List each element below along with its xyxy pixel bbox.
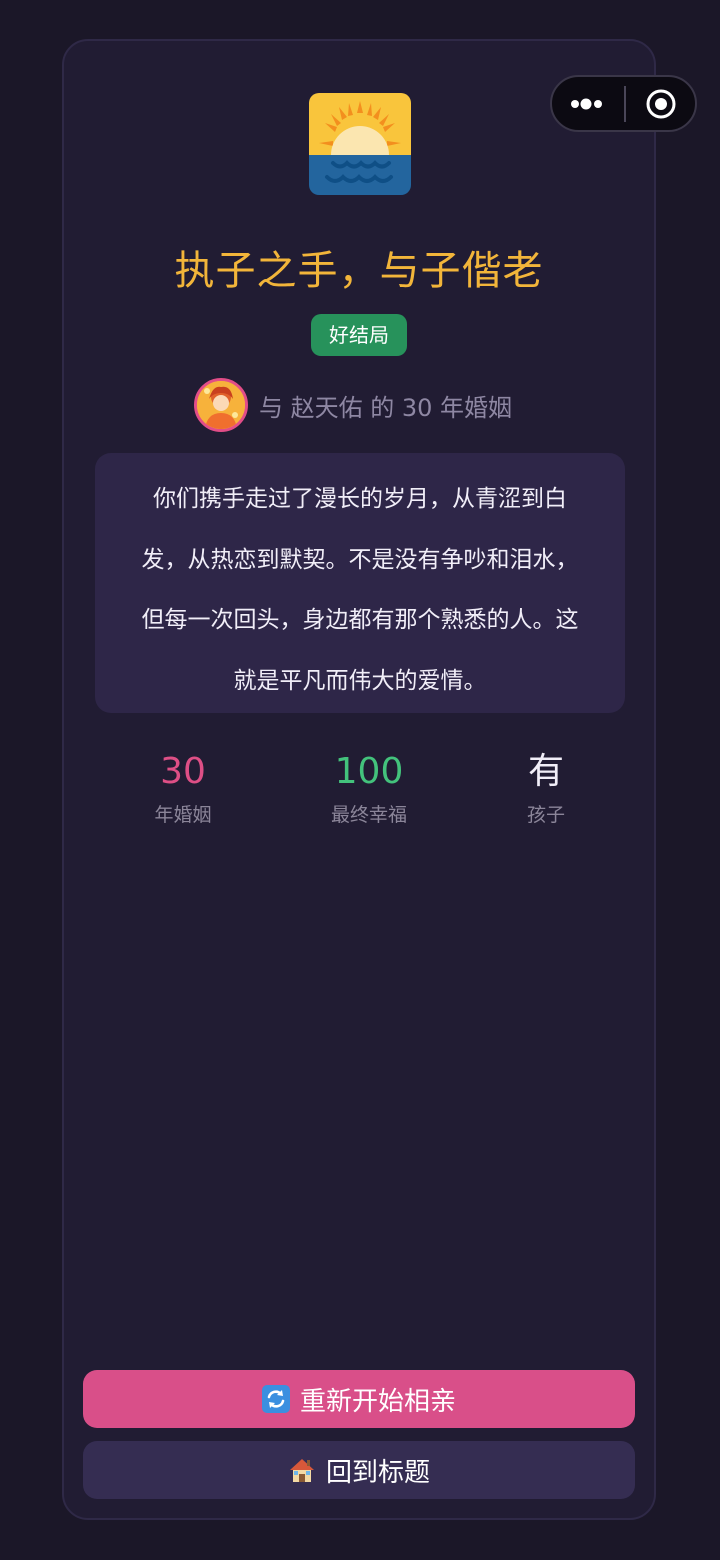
avatar bbox=[194, 378, 248, 432]
house-icon bbox=[288, 1456, 316, 1484]
story-box: 你们携手走过了漫长的岁月，从青涩到白发，从热恋到默契。不是没有争吵和泪水，但每一… bbox=[95, 453, 625, 713]
stat-value: 有 bbox=[527, 751, 564, 792]
stat-children: 有 孩子 bbox=[466, 748, 626, 827]
stat-value: 30 bbox=[160, 751, 206, 792]
target-close-icon[interactable] bbox=[645, 88, 677, 120]
partner-summary: 与 赵天佑 的 30 年婚姻 bbox=[259, 393, 513, 422]
partner-row: 与 赵天佑 的 30 年婚姻 bbox=[194, 376, 512, 434]
story-text: 你们携手走过了漫长的岁月，从青涩到白发，从热恋到默契。不是没有争吵和泪水，但每一… bbox=[141, 486, 579, 694]
more-dots-icon[interactable] bbox=[570, 94, 606, 114]
refresh-icon bbox=[261, 1385, 290, 1413]
stat-label: 最终幸福 bbox=[330, 804, 407, 826]
restart-button-label: 重新开始相亲 bbox=[299, 1386, 456, 1417]
restart-button[interactable]: 重新开始相亲 bbox=[83, 1370, 635, 1428]
ending-title: 执子之手，与子偕老 bbox=[174, 248, 544, 294]
mini-program-capsule bbox=[550, 75, 697, 132]
back-to-title-button-label: 回到标题 bbox=[325, 1457, 430, 1488]
stat-marriage-years: 30 年婚姻 bbox=[103, 748, 263, 827]
ending-badge: 好结局 bbox=[311, 314, 407, 356]
stat-value: 100 bbox=[334, 751, 404, 792]
stat-final-happiness: 100 最终幸福 bbox=[289, 748, 449, 827]
stats-row: 30 年婚姻 100 最终幸福 有 孩子 bbox=[62, 748, 656, 838]
stat-label: 孩子 bbox=[526, 804, 565, 826]
capsule-divider bbox=[624, 86, 626, 122]
sunrise-over-sea-icon bbox=[309, 93, 411, 195]
stat-label: 年婚姻 bbox=[154, 804, 212, 826]
back-to-title-button[interactable]: 回到标题 bbox=[83, 1441, 635, 1499]
